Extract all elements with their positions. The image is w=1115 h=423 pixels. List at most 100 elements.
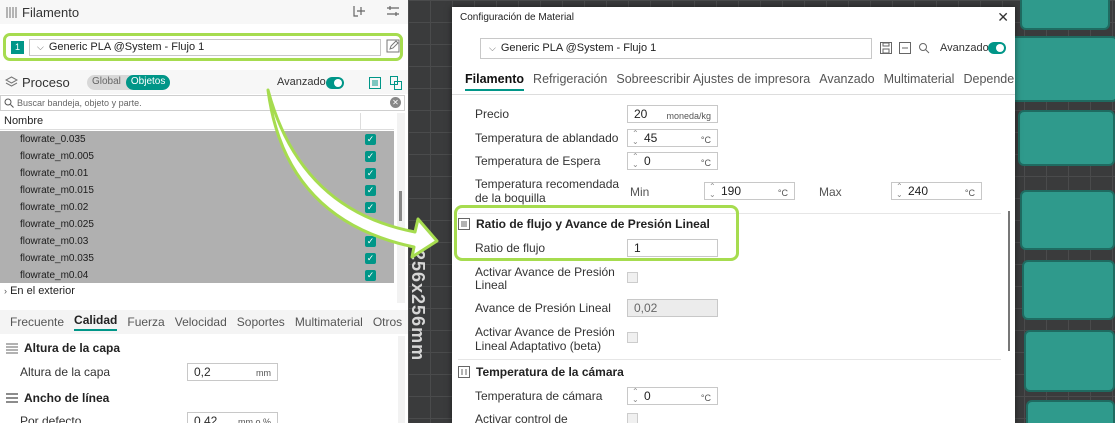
tab-frequent[interactable]: Frecuente <box>10 315 64 329</box>
tab-printer-override[interactable]: Sobreescribir Ajustes de impresora <box>616 72 810 91</box>
model-object[interactable] <box>1018 110 1115 166</box>
filament-preset-value: Generic PLA @System - Flujo 1 <box>48 41 205 53</box>
model-object[interactable] <box>1008 36 1115 102</box>
settings-scrollbar[interactable] <box>398 336 405 423</box>
model-object[interactable] <box>1020 0 1110 30</box>
material-tabs: Filamento Refrigeración Sobreescribir Aj… <box>465 72 1015 91</box>
list-icon[interactable] <box>369 77 381 89</box>
model-object[interactable] <box>1026 400 1115 423</box>
visible-checkbox[interactable]: ✓ <box>365 151 376 162</box>
scrollbar-thumb[interactable] <box>399 191 402 221</box>
dialog-title: Configuración de Material <box>460 12 574 23</box>
scrollbar-thumb[interactable] <box>1008 211 1010 351</box>
visible-checkbox[interactable]: ✓ <box>365 134 376 145</box>
toggle-objects[interactable]: Objetos <box>125 75 171 90</box>
tab-multimaterial[interactable]: Multimaterial <box>884 72 955 91</box>
list-item[interactable]: flowrate_m0.015 ✓ <box>0 182 394 199</box>
tab-others[interactable]: Otros <box>373 315 402 329</box>
object-name: flowrate_m0.005 <box>20 151 94 162</box>
global-objects-toggle[interactable]: Global Objetos <box>87 75 171 90</box>
toggle-global[interactable]: Global <box>87 75 126 90</box>
chamber-control-checkbox[interactable] <box>627 413 638 423</box>
close-icon[interactable]: ✕ <box>997 9 1009 26</box>
spin-arrows-icon[interactable]: ⌃ ⌄ <box>632 130 639 146</box>
pa-value: 0,02 <box>634 301 658 315</box>
soften-temp-input[interactable]: ⌃ ⌄ 45 °C <box>627 129 718 147</box>
chamber-temp-value: 0 <box>644 389 651 403</box>
tab-multimaterial[interactable]: Multimaterial <box>295 315 363 329</box>
object-name: flowrate_m0.025 <box>20 219 94 230</box>
advanced-switch[interactable] <box>988 42 1006 54</box>
pa-input[interactable]: 0,02 <box>627 299 718 317</box>
material-preset-select[interactable]: ⌵ Generic PLA @System - Flujo 1 <box>480 38 872 59</box>
tab-quality[interactable]: Calidad <box>74 313 118 331</box>
tab-supports[interactable]: Soportes <box>237 315 285 329</box>
model-object[interactable] <box>1020 190 1115 250</box>
list-item[interactable]: flowrate_m0.025 ✓ <box>0 216 394 233</box>
default-width-input[interactable]: 0,42 mm o % <box>187 412 278 423</box>
spin-arrows-icon[interactable]: ⌃ ⌄ <box>632 388 639 404</box>
price-value: 20 <box>634 107 648 121</box>
list-item[interactable]: flowrate_0.035 ✓ <box>0 131 394 148</box>
search-input[interactable]: Buscar bandeja, objeto y parte. ✕ <box>0 95 405 111</box>
settings-scrollbar[interactable] <box>1005 211 1011 351</box>
spin-arrows-icon[interactable]: ⌃ ⌄ <box>709 183 716 199</box>
search-icon[interactable] <box>918 42 930 54</box>
tab-cooling[interactable]: Refrigeración <box>533 72 607 91</box>
adaptive-pa-label-2: Lineal Adaptativo (beta) <box>475 339 602 353</box>
visible-checkbox[interactable]: ✓ <box>365 219 376 230</box>
tab-filament[interactable]: Filamento <box>465 72 525 91</box>
model-object[interactable] <box>1022 260 1115 320</box>
tab-advanced[interactable]: Avanzado <box>819 72 874 91</box>
divider <box>458 359 1001 360</box>
tab-speed[interactable]: Velocidad <box>175 315 227 329</box>
outside-group[interactable]: › En el exterior <box>4 285 75 297</box>
unit-label: mm o % <box>237 417 271 423</box>
clear-icon[interactable]: ✕ <box>390 97 401 108</box>
tab-dependencies[interactable]: Dependenc... <box>963 72 1015 91</box>
adaptive-pa-checkbox[interactable] <box>627 332 638 343</box>
visible-checkbox[interactable]: ✓ <box>365 253 376 264</box>
standby-temp-value: 0 <box>644 154 651 168</box>
max-label: Max <box>819 185 842 199</box>
pa-enable-checkbox[interactable] <box>627 272 638 283</box>
advanced-label: Avanzado <box>277 76 326 88</box>
nozzle-min-input[interactable]: ⌃ ⌄ 190 °C <box>704 182 795 200</box>
outside-label: En el exterior <box>10 285 75 297</box>
add-filament-icon[interactable] <box>352 4 366 18</box>
delete-icon[interactable] <box>899 42 911 54</box>
chamber-icon <box>458 366 470 378</box>
visible-checkbox[interactable]: ✓ <box>365 270 376 281</box>
chamber-temp-input[interactable]: ⌃ ⌄ 0 °C <box>627 387 718 405</box>
copy-settings-icon[interactable] <box>390 76 402 90</box>
filament-slot-badge[interactable]: 1 <box>11 41 24 54</box>
list-item[interactable]: flowrate_m0.01 ✓ <box>0 165 394 182</box>
settings-sliders-icon[interactable] <box>386 4 400 18</box>
list-item[interactable]: flowrate_m0.005 ✓ <box>0 148 394 165</box>
list-item[interactable]: flowrate_m0.03 ✓ <box>0 233 394 250</box>
layer-height-input[interactable]: 0,2 mm <box>187 363 278 381</box>
filament-preset-select[interactable]: ⌵ Generic PLA @System - Flujo 1 <box>29 39 381 56</box>
visible-checkbox[interactable]: ✓ <box>365 185 376 196</box>
nozzle-temp-label-1: Temperatura recomendada <box>475 177 620 191</box>
visible-checkbox[interactable]: ✓ <box>365 168 376 179</box>
unit-label: °C <box>700 135 711 145</box>
model-object[interactable] <box>1024 330 1115 392</box>
list-item[interactable]: flowrate_m0.035 ✓ <box>0 250 394 267</box>
standby-temp-input[interactable]: ⌃ ⌄ 0 °C <box>627 152 718 170</box>
price-input[interactable]: 20 moneda/kg <box>627 105 718 123</box>
list-item[interactable]: flowrate_m0.04 ✓ <box>0 267 394 284</box>
nozzle-max-input[interactable]: ⌃ ⌄ 240 °C <box>891 182 982 200</box>
object-list-scrollbar[interactable] <box>397 113 405 303</box>
visible-checkbox[interactable]: ✓ <box>365 202 376 213</box>
list-item[interactable]: flowrate_m0.02 ✓ <box>0 199 394 216</box>
spin-arrows-icon[interactable]: ⌃ ⌄ <box>632 153 639 169</box>
tab-strength[interactable]: Fuerza <box>127 315 164 329</box>
advanced-switch[interactable] <box>326 77 344 89</box>
save-icon[interactable] <box>880 42 892 54</box>
edit-icon[interactable] <box>386 39 400 53</box>
advanced-label: Avanzado <box>940 42 989 54</box>
visible-checkbox[interactable]: ✓ <box>365 236 376 247</box>
pa-enable-label-2: Lineal <box>475 278 508 292</box>
spin-arrows-icon[interactable]: ⌃ ⌄ <box>896 183 903 199</box>
